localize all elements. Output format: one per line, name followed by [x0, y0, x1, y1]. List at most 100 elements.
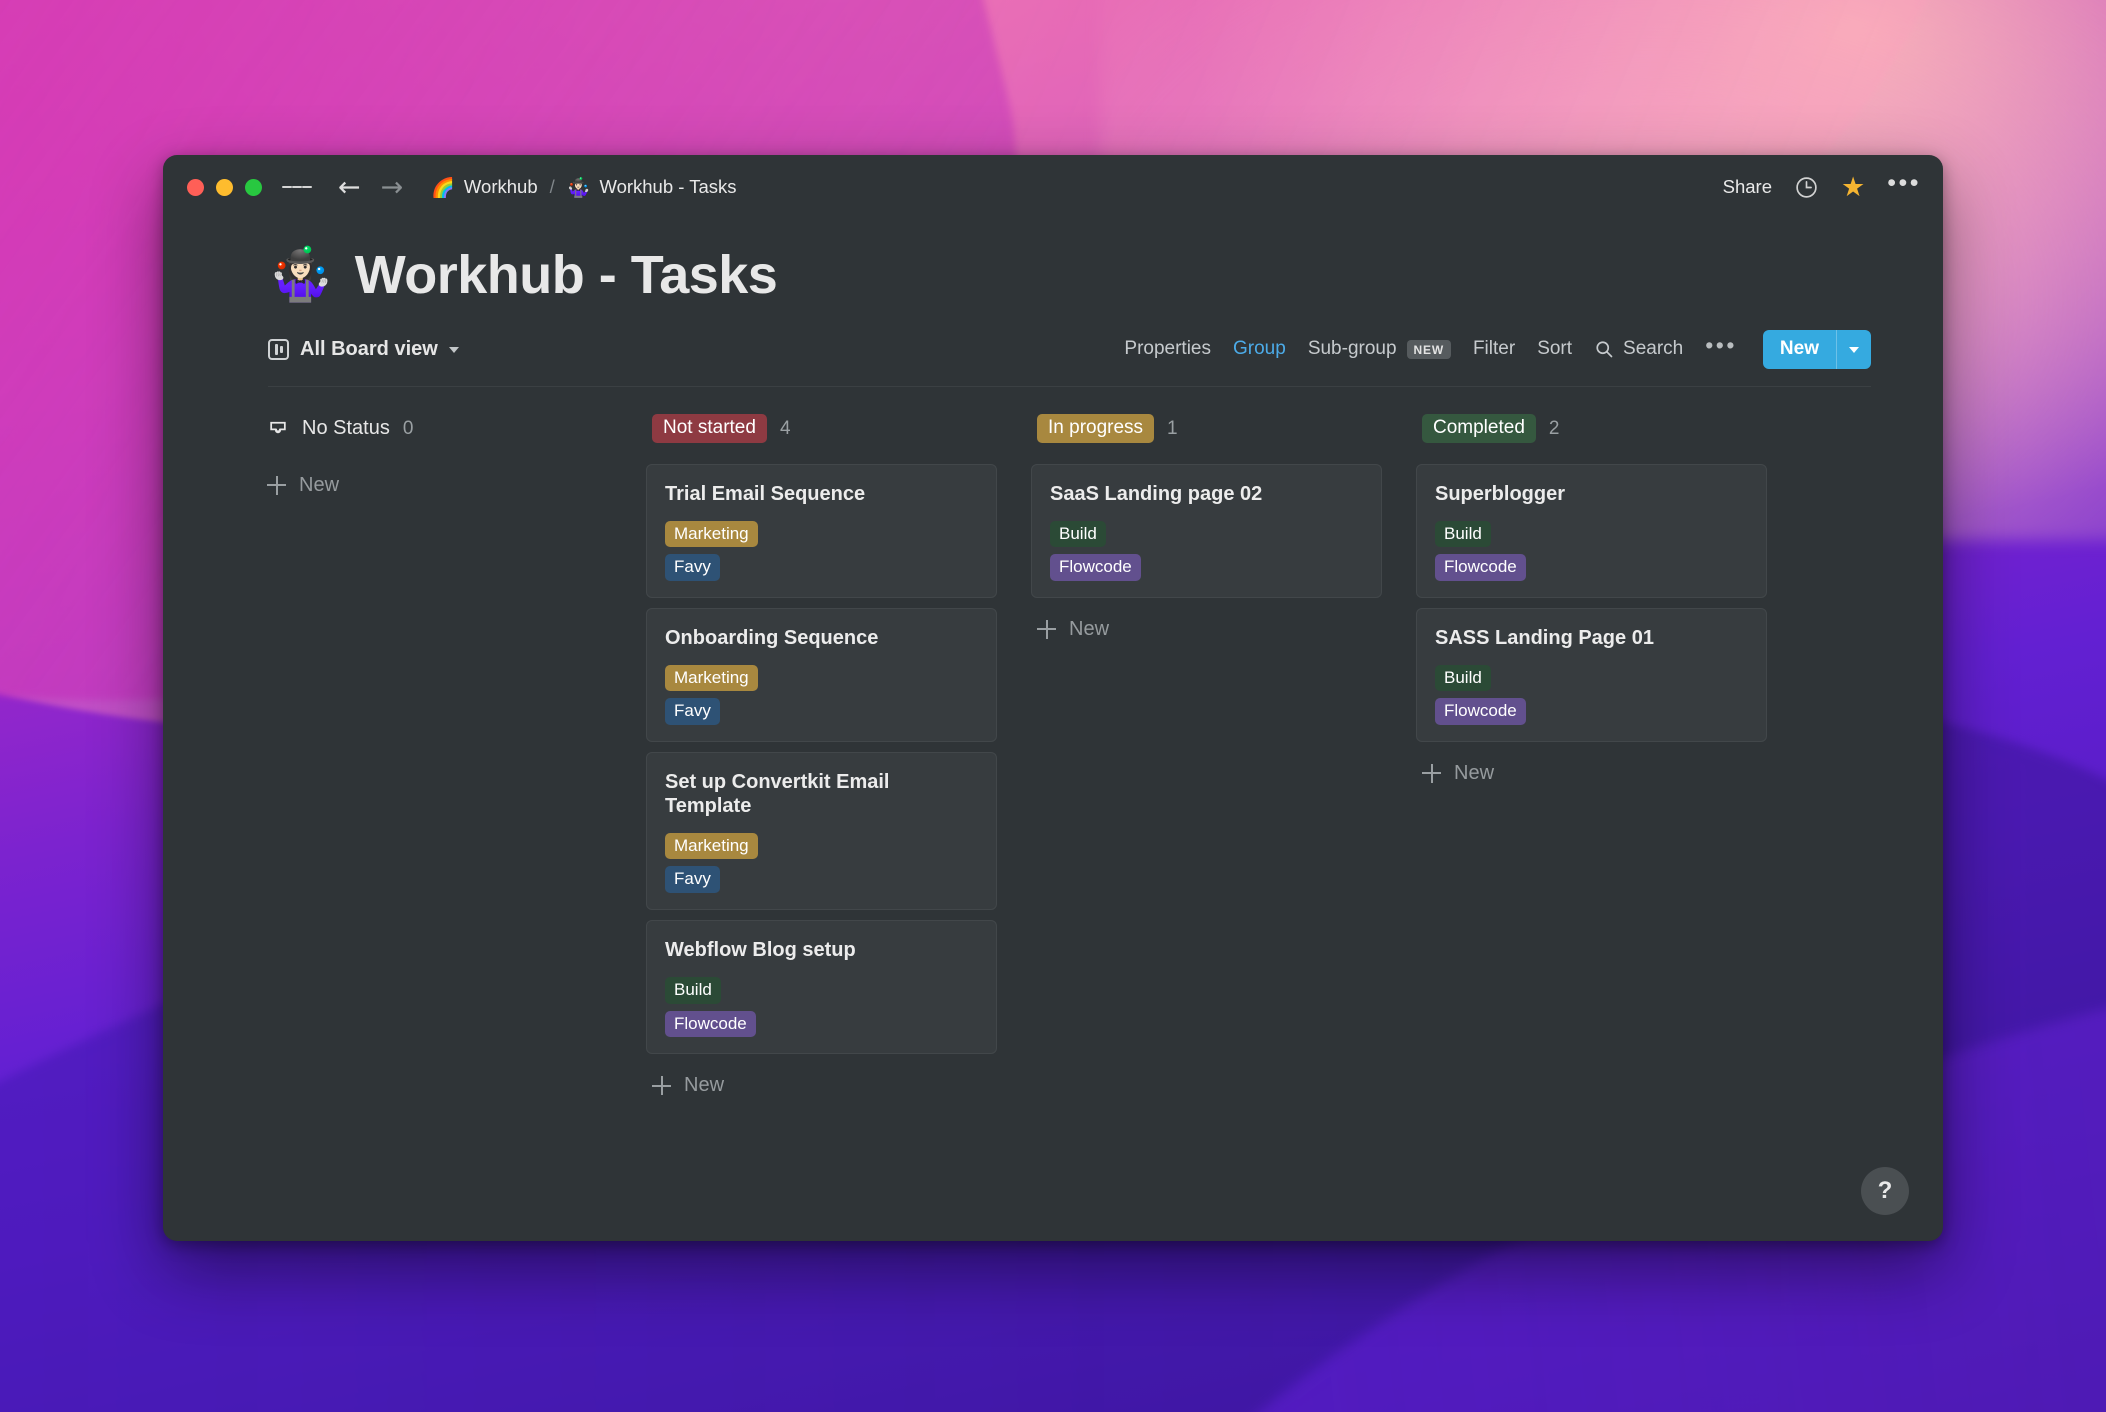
breadcrumb-separator: / — [549, 176, 555, 197]
card-title: Set up Convertkit Email Template — [665, 770, 890, 817]
favorite-star-icon[interactable]: ★ — [1841, 174, 1865, 201]
rainbow-icon: 🌈 — [431, 176, 455, 199]
add-card-label: New — [299, 473, 340, 496]
back-arrow-icon[interactable]: ← — [330, 174, 369, 201]
page-title[interactable]: Workhub - Tasks — [355, 247, 778, 304]
plus-icon — [652, 1076, 671, 1096]
toolbar-sort-button[interactable]: Sort — [1537, 338, 1572, 360]
titlebar-actions: Share ★ ••• — [1723, 170, 1921, 204]
toolbar-subgroup-button[interactable]: Sub-group NEW — [1308, 338, 1451, 360]
tag: Build — [1050, 520, 1106, 548]
update-history-icon[interactable] — [1794, 175, 1819, 200]
new-button-group: New — [1762, 329, 1871, 369]
card-title: Trial Email Sequence — [665, 482, 866, 505]
toolbar-group-button[interactable]: Group — [1233, 338, 1286, 360]
maximize-window-button[interactable] — [245, 178, 262, 196]
status-badge: In progress — [1037, 414, 1155, 444]
column-count: 2 — [1548, 417, 1560, 439]
help-button[interactable]: ? — [1861, 1167, 1909, 1215]
desktop-wallpaper: ← → 🌈 Workhub / 🤹🏻‍♀️ Workhub - Tasks Sh… — [0, 0, 2106, 1412]
hamburger-bar — [292, 185, 302, 189]
board-view-icon — [268, 338, 289, 360]
share-button[interactable]: Share — [1723, 176, 1772, 198]
board-column-completed: Completed 2 Superblogger Build Flowcode … — [1416, 412, 1801, 1241]
window-more-options-icon[interactable]: ••• — [1887, 170, 1921, 204]
chevron-down-icon — [448, 347, 459, 354]
board-column-mark — [274, 343, 278, 355]
card-tags: Marketing Favy — [665, 664, 978, 725]
hamburger-bar — [302, 185, 312, 189]
chevron-down-icon — [1849, 347, 1859, 354]
column-count: 1 — [1167, 417, 1178, 439]
toolbar-filter-button[interactable]: Filter — [1473, 338, 1515, 360]
add-card-button[interactable]: New — [1031, 608, 1382, 649]
add-card-button[interactable]: New — [261, 464, 612, 505]
add-card-label: New — [1454, 761, 1495, 784]
card-tags: Marketing Favy — [665, 520, 978, 581]
add-card-button[interactable]: New — [1416, 752, 1767, 793]
column-header[interactable]: Completed 2 — [1416, 412, 1767, 446]
card-tags: Build Flowcode — [1435, 664, 1748, 725]
view-toolbar: All Board view Properties Group Sub-grou… — [268, 329, 1871, 387]
column-header[interactable]: No Status 0 — [261, 412, 612, 446]
board-card[interactable]: Superblogger Build Flowcode — [1416, 463, 1767, 598]
card-title: SaaS Landing page 02 — [1050, 482, 1263, 505]
board-columns: No Status 0 New Not started 4 Trial Emai… — [163, 387, 1943, 1241]
breadcrumb: 🌈 Workhub / 🤹🏻‍♀️ Workhub - Tasks — [431, 176, 736, 199]
toolbar-subgroup-label: Sub-group — [1307, 338, 1397, 360]
status-badge: Completed — [1422, 414, 1536, 444]
column-header[interactable]: Not started 4 — [646, 412, 997, 446]
view-toolbar-actions: Properties Group Sub-group NEW Filter So… — [1124, 329, 1871, 369]
board-card[interactable]: Set up Convertkit Email Template Marketi… — [646, 751, 997, 910]
tag: Favy — [665, 866, 720, 893]
close-window-button[interactable] — [187, 178, 204, 196]
add-card-label: New — [684, 1074, 725, 1097]
tag: Marketing — [665, 664, 758, 692]
column-header[interactable]: In progress 1 — [1031, 412, 1382, 446]
tag: Flowcode — [1435, 698, 1526, 725]
breadcrumb-workspace[interactable]: Workhub — [464, 176, 538, 198]
tag: Flowcode — [1050, 554, 1141, 581]
tag: Build — [665, 976, 721, 1004]
forward-arrow-icon[interactable]: → — [373, 174, 412, 201]
plus-icon — [267, 475, 286, 495]
toolbar-search-button[interactable]: Search — [1594, 338, 1683, 360]
tag: Build — [1435, 520, 1491, 548]
board-column-mark — [279, 345, 283, 353]
juggler-icon[interactable]: 🤹🏻‍♀️ — [268, 249, 333, 301]
view-tab-all-board-view[interactable]: All Board view — [268, 338, 459, 361]
tag: Marketing — [665, 832, 758, 860]
card-title: Webflow Blog setup — [665, 938, 856, 961]
board-column-in-progress: In progress 1 SaaS Landing page 02 Build… — [1031, 412, 1416, 1241]
board-card[interactable]: Webflow Blog setup Build Flowcode — [646, 919, 997, 1055]
column-title: No Status — [302, 417, 390, 440]
board-column-no-status: No Status 0 New — [261, 412, 646, 1241]
board-card[interactable]: Trial Email Sequence Marketing Favy — [646, 463, 997, 598]
board-column-not-started: Not started 4 Trial Email Sequence Marke… — [646, 412, 1031, 1241]
toolbar-properties-button[interactable]: Properties — [1124, 338, 1211, 360]
plus-icon — [1037, 619, 1056, 639]
add-card-button[interactable]: New — [646, 1064, 997, 1105]
card-tags: Build Flowcode — [665, 976, 978, 1038]
inbox-icon — [270, 421, 286, 433]
column-count: 0 — [402, 417, 414, 439]
board-card[interactable]: Onboarding Sequence Marketing Favy — [646, 607, 997, 742]
search-icon — [1596, 341, 1613, 358]
new-page-button[interactable]: New — [1763, 330, 1836, 369]
juggler-icon: 🤹🏻‍♀️ — [566, 176, 591, 199]
status-badge: Not started — [652, 414, 767, 444]
toolbar-search-label: Search — [1623, 338, 1684, 360]
plus-icon — [1422, 763, 1441, 783]
breadcrumb-page[interactable]: Workhub - Tasks — [599, 176, 736, 198]
card-title: Onboarding Sequence — [665, 626, 879, 649]
toolbar-more-options-icon[interactable]: ••• — [1705, 333, 1737, 365]
new-page-dropdown-button[interactable] — [1836, 329, 1871, 369]
page-content: 🤹🏻‍♀️ Workhub - Tasks All Board view Pro… — [163, 219, 1943, 1241]
board-card[interactable]: SaaS Landing page 02 Build Flowcode — [1031, 463, 1382, 598]
page-header: 🤹🏻‍♀️ Workhub - Tasks — [163, 219, 1943, 304]
tag: Flowcode — [665, 1010, 756, 1038]
board-card[interactable]: SASS Landing Page 01 Build Flowcode — [1416, 607, 1767, 742]
sidebar-toggle-icon[interactable] — [282, 175, 312, 199]
minimize-window-button[interactable] — [216, 178, 233, 196]
tag: Marketing — [665, 520, 758, 548]
